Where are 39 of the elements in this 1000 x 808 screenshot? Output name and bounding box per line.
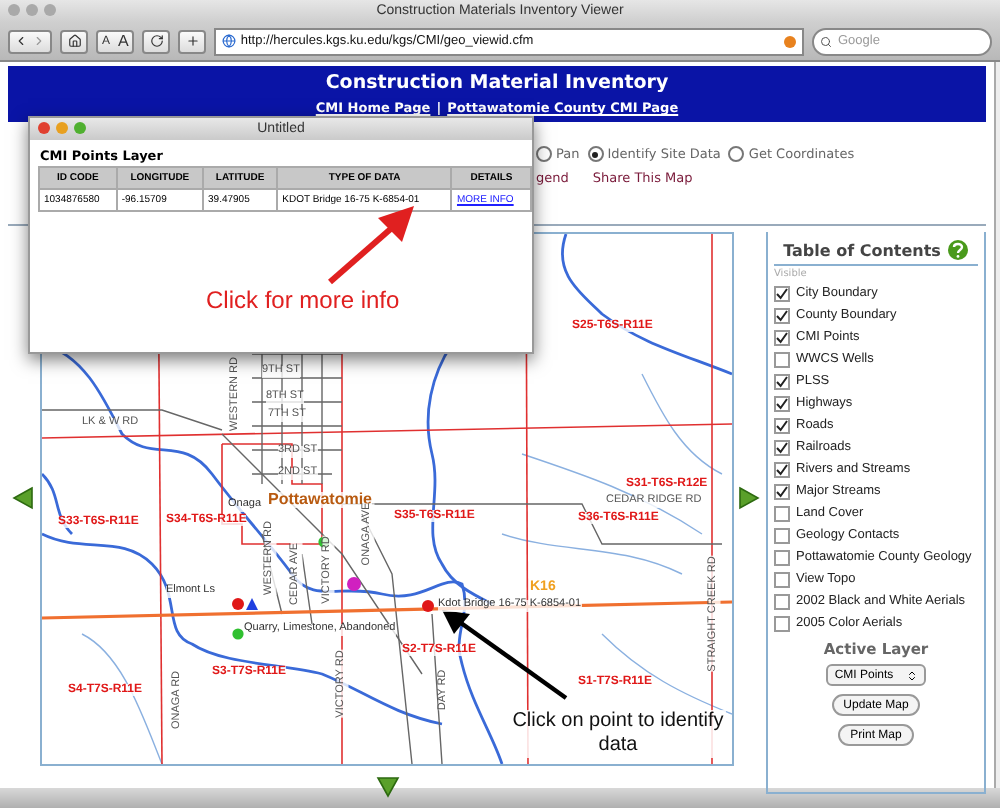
arrow-icon[interactable] [12, 485, 36, 509]
feed-icon[interactable] [784, 35, 796, 47]
search-icon [820, 35, 832, 47]
home-button[interactable] [60, 29, 88, 53]
page-title: Construction Material Inventory [325, 72, 669, 94]
reload-button[interactable] [142, 29, 171, 53]
add-bookmark-button[interactable] [178, 29, 207, 53]
pointer-arrow [322, 202, 418, 286]
panel-title: Table of Contents [783, 241, 941, 259]
plus-icon [185, 34, 200, 48]
checkbox[interactable] [774, 351, 790, 367]
checkbox[interactable] [774, 615, 790, 631]
zoom-button[interactable] [74, 122, 86, 134]
map-annotation: Click on point to identify data [510, 710, 726, 758]
checkbox[interactable] [774, 593, 790, 609]
reload-icon [149, 34, 164, 48]
checkbox[interactable] [774, 483, 790, 499]
larger-text-label[interactable]: A [118, 33, 129, 49]
globe-icon [222, 34, 237, 48]
checkbox[interactable] [774, 527, 790, 543]
checkbox[interactable] [774, 373, 790, 389]
checkbox[interactable] [774, 395, 790, 411]
checkbox[interactable] [774, 307, 790, 323]
arrow-icon[interactable] [738, 485, 762, 509]
scrollbar[interactable] [994, 62, 1000, 788]
arrow-icon[interactable] [375, 776, 399, 800]
checkbox[interactable] [774, 417, 790, 433]
checkbox[interactable] [774, 461, 790, 477]
close-button[interactable] [38, 122, 50, 134]
checkbox[interactable] [774, 439, 790, 455]
checkbox[interactable] [774, 329, 790, 345]
checkbox[interactable] [774, 505, 790, 521]
home-icon [67, 34, 81, 48]
popup-annotation: Click for more info [206, 286, 400, 314]
checkbox[interactable] [774, 549, 790, 565]
checkbox[interactable] [774, 571, 790, 587]
checkbox[interactable] [774, 285, 790, 301]
back-icon[interactable] [14, 34, 28, 48]
help-icon[interactable] [948, 240, 969, 260]
